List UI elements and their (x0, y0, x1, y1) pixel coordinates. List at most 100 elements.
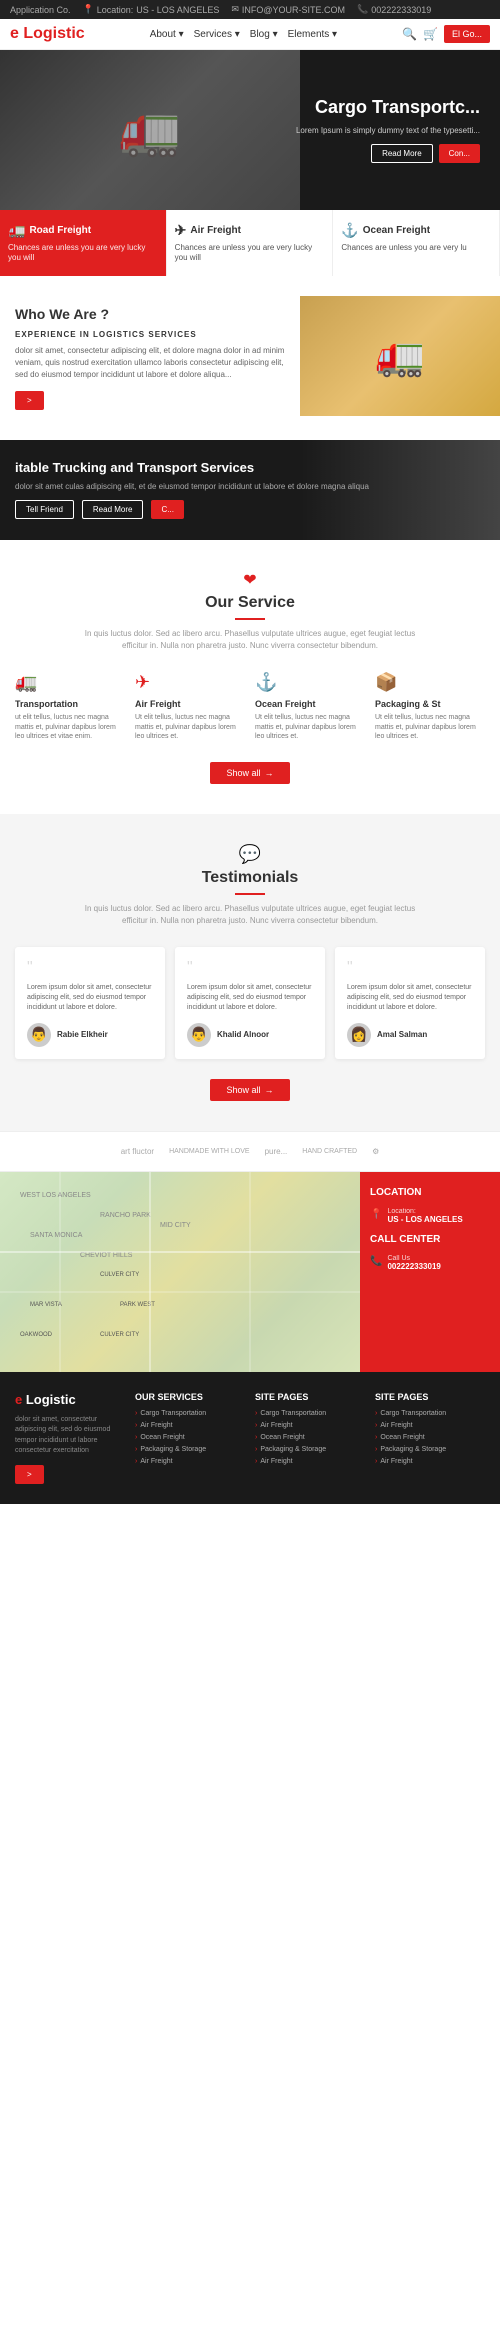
footer-brand-text: dolor sit amet, consectetur adipiscing e… (15, 1415, 125, 1457)
testimonials-subtitle: In quis luctus dolor. Sed ac libero arcu… (75, 903, 425, 927)
nav-services[interactable]: Services ▾ (194, 29, 240, 40)
quote-icon-2: " (187, 959, 313, 977)
testimonials-title: Testimonials (15, 869, 485, 887)
top-bar-location: 📍 Location: US - LOS ANGELES (83, 4, 220, 15)
testimonial-author-1: 👨 Rabie Elkheir (27, 1023, 153, 1047)
footer-site2-link-4[interactable]: Packaging & Storage (375, 1446, 485, 1453)
service-box-air-text: Chances are unless you are very lucky yo… (175, 243, 325, 264)
who-we-are-content: Who We Are ? experience in Logistics ser… (0, 296, 300, 420)
footer-sitepages-title-2: SITE PAGES (375, 1392, 485, 1402)
arrow-right-icon: → (265, 768, 274, 778)
service-box-ocean-text: Chances are unless you are very lu (341, 243, 491, 253)
trucking-actions: Tell Friend Read More C... (15, 500, 485, 519)
transportation-title: Transportation (15, 699, 125, 709)
footer-site-link-2[interactable]: Air Freight (255, 1422, 365, 1429)
service-box-ocean: ⚓ Ocean Freight Chances are unless you a… (333, 210, 500, 276)
location-icon: 📍 (83, 4, 94, 15)
service-box-ocean-title: ⚓ Ocean Freight (341, 222, 491, 239)
footer-link-air-freight[interactable]: Air Freight (135, 1422, 245, 1429)
read-more-button[interactable]: Read More (82, 500, 144, 519)
testimonial-card-1: " Lorem ipsum dolor sit amet, consectetu… (15, 947, 165, 1058)
map-section: WEST LOS ANGELES SANTA MONICA RANCHO PAR… (0, 1172, 500, 1372)
footer-link-cargo-transport[interactable]: Cargo Transportation (135, 1410, 245, 1417)
arrow-right-icon-testimonials: → (265, 1085, 274, 1095)
footer-site-link-3[interactable]: Ocean Freight (255, 1434, 365, 1441)
who-we-are-image (300, 296, 500, 416)
trucking-text: dolor sit amet culas adipiscing elit, et… (15, 481, 485, 492)
avatar-1: 👨 (27, 1023, 51, 1047)
brand-5: ⚙ (372, 1147, 379, 1156)
testimonials-grid: " Lorem ipsum dolor sit amet, consectetu… (15, 947, 485, 1058)
nav-blog[interactable]: Blog ▾ (250, 29, 278, 40)
top-bar-email: ✉ INFO@YOUR-SITE.COM (231, 4, 345, 15)
location-label: Location: (97, 5, 134, 15)
footer-site-link-4[interactable]: Packaging & Storage (255, 1446, 365, 1453)
trucking-cta-button[interactable]: C... (151, 500, 183, 519)
map-info-box: LOCATION 📍 Location: US - LOS ANGELES CA… (360, 1172, 500, 1372)
quote-icon-3: " (347, 959, 473, 977)
who-we-are-button[interactable]: > (15, 391, 44, 410)
hero-read-more-button[interactable]: Read More (371, 144, 433, 163)
footer: e Logistic dolor sit amet, consectetur a… (0, 1372, 500, 1504)
service-box-road-title: 🚛 Road Freight (8, 222, 158, 239)
footer-site2-link-3[interactable]: Ocean Freight (375, 1434, 485, 1441)
our-service-icon: ❤ (15, 570, 485, 590)
air-freight-icon: ✈ (175, 222, 187, 239)
packaging-title: Packaging & St (375, 699, 485, 709)
avatar-2: 👨 (187, 1023, 211, 1047)
footer-link-ocean-freight[interactable]: Ocean Freight (135, 1434, 245, 1441)
testimonial-text-3: Lorem ipsum dolor sit amet, consectetur … (347, 983, 473, 1012)
services-grid: 🚛 Transportation ut elit tellus, luctus … (15, 672, 485, 742)
testimonials-divider (235, 893, 265, 895)
map-pin-icon: 📍 (370, 1209, 382, 1220)
show-all-testimonials-button[interactable]: Show all → (210, 1079, 289, 1101)
map-phone-icon: 📞 (370, 1256, 382, 1267)
footer-sitepages-col-1: SITE PAGES Cargo Transportation Air Frei… (255, 1392, 365, 1484)
brand-3: pure... (265, 1147, 288, 1156)
transportation-text: ut elit tellus, luctus nec magna mattis … (15, 713, 125, 742)
quote-icon-1: " (27, 959, 153, 977)
testimonial-author-2: 👨 Khalid Alnoor (187, 1023, 313, 1047)
show-all-services-button[interactable]: Show all → (210, 762, 289, 784)
footer-site2-link-2[interactable]: Air Freight (375, 1422, 485, 1429)
footer-site-link-5[interactable]: Air Freight (255, 1458, 365, 1465)
header: e Logistic About ▾ Services ▾ Blog ▾ Ele… (0, 19, 500, 50)
testimonial-text-1: Lorem ipsum dolor sit amet, consectetur … (27, 983, 153, 1012)
hero-contact-button[interactable]: Con... (439, 144, 480, 163)
map-call-item: 📞 Call Us 002222333019 (370, 1255, 490, 1271)
cta-button[interactable]: El Go... (444, 25, 490, 43)
service-box-air: ✈ Air Freight Chances are unless you are… (167, 210, 334, 276)
service-card-transportation: 🚛 Transportation ut elit tellus, luctus … (15, 672, 125, 742)
our-service-section: ❤ Our Service In quis luctus dolor. Sed … (0, 540, 500, 814)
service-box-air-title: ✈ Air Freight (175, 222, 325, 239)
author-name-1: Rabie Elkheir (57, 1030, 108, 1039)
search-icon[interactable]: 🔍 (402, 27, 417, 41)
footer-site2-link-1[interactable]: Cargo Transportation (375, 1410, 485, 1417)
ocean-text: Ut elit tellus, luctus nec magna mattis … (255, 713, 365, 742)
hero-buttons: Read More Con... (296, 144, 480, 163)
service-box-road: 🚛 Road Freight Chances are unless you ar… (0, 210, 167, 276)
service-card-packaging: 📦 Packaging & St Ut elit tellus, luctus … (375, 672, 485, 742)
ocean-title: Ocean Freight (255, 699, 365, 709)
brand-2: HANDMADE WITH LOVE (169, 1148, 250, 1155)
top-bar-app: Application Co. (10, 5, 71, 15)
main-nav: About ▾ Services ▾ Blog ▾ Elements ▾ (150, 29, 337, 40)
cart-icon[interactable]: 🛒 (423, 27, 438, 41)
logo-text: Logistic (19, 25, 85, 42)
packaging-icon: 📦 (375, 672, 485, 693)
nav-about[interactable]: About ▾ (150, 29, 184, 40)
hero-content: Cargo Transportc... Lorem Ipsum is simpl… (296, 97, 480, 163)
footer-link-packaging[interactable]: Packaging & Storage (135, 1446, 245, 1453)
map-location-title: LOCATION (370, 1187, 490, 1198)
nav-elements[interactable]: Elements ▾ (288, 29, 337, 40)
tell-friend-button[interactable]: Tell Friend (15, 500, 74, 519)
footer-site-link-1[interactable]: Cargo Transportation (255, 1410, 365, 1417)
footer-link-air-freight-2[interactable]: Air Freight (135, 1458, 245, 1465)
footer-sitepages-title-1: SITE PAGES (255, 1392, 365, 1402)
footer-site2-link-5[interactable]: Air Freight (375, 1458, 485, 1465)
phone-value: 002222333019 (371, 5, 431, 15)
location-value: US - LOS ANGELES (136, 5, 219, 15)
hero-title: Cargo Transportc... (296, 97, 480, 119)
footer-btn[interactable]: > (15, 1465, 44, 1484)
testimonials-section: 💬 Testimonials In quis luctus dolor. Sed… (0, 814, 500, 1130)
